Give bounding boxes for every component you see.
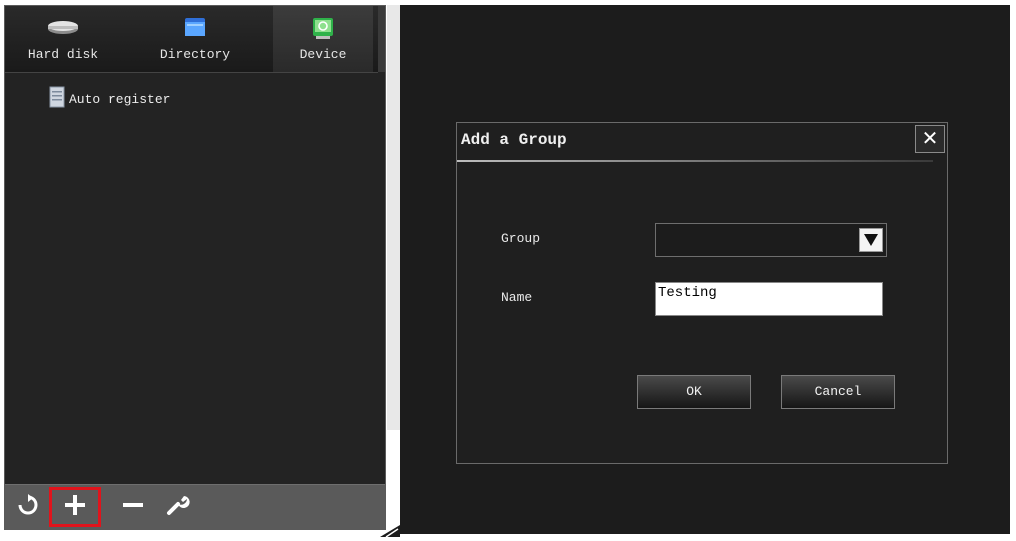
- tree-item-label: Auto register: [69, 91, 171, 107]
- panel-tab-bar: Hard disk Directory Device: [5, 6, 378, 73]
- hard-disk-icon: [46, 16, 80, 40]
- settings-button[interactable]: [155, 485, 199, 529]
- title-divider: [457, 160, 933, 162]
- refresh-button[interactable]: [11, 485, 45, 529]
- tree-item-auto-register[interactable]: Auto register: [49, 86, 170, 112]
- add-icon: [63, 493, 87, 521]
- tab-directory[interactable]: Directory: [145, 6, 245, 72]
- tab-device-label: Device: [299, 47, 347, 62]
- remove-icon: [121, 493, 145, 521]
- scrollbar[interactable]: [378, 6, 385, 72]
- group-select[interactable]: [655, 223, 887, 257]
- resize-grip-icon[interactable]: [380, 522, 400, 538]
- device-panel: Hard disk Directory Device Auto register: [4, 5, 386, 530]
- folder-icon: [183, 16, 207, 42]
- close-icon: ✕: [921, 126, 939, 150]
- group-label: Group: [501, 231, 541, 246]
- name-label: Name: [501, 290, 533, 305]
- tab-hard-disk-label: Hard disk: [27, 47, 99, 62]
- wrench-icon: [164, 492, 190, 522]
- close-button[interactable]: ✕: [915, 125, 945, 153]
- ok-button[interactable]: OK: [637, 375, 751, 409]
- tab-device[interactable]: Device: [273, 6, 373, 72]
- add-group-button[interactable]: [49, 487, 101, 527]
- dropdown-arrow-icon[interactable]: [859, 228, 883, 252]
- device-icon: [311, 16, 335, 44]
- document-icon: [49, 86, 65, 112]
- tab-hard-disk[interactable]: Hard disk: [13, 6, 113, 72]
- refresh-icon: [17, 494, 39, 520]
- name-input[interactable]: Testing: [655, 282, 883, 316]
- remove-button[interactable]: [113, 485, 153, 529]
- tab-directory-label: Directory: [159, 47, 231, 62]
- device-toolbar: [5, 484, 385, 529]
- add-group-dialog: Add a Group ✕ Group Name Testing OK Canc…: [456, 122, 948, 464]
- cancel-button[interactable]: Cancel: [781, 375, 895, 409]
- dialog-title: Add a Group: [461, 131, 567, 149]
- panel-divider: [387, 5, 400, 430]
